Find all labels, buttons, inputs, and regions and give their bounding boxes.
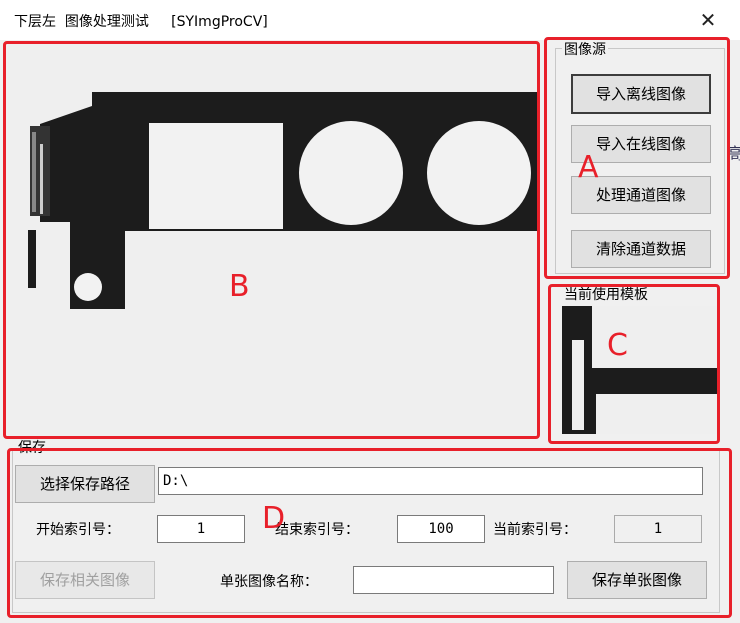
current-index-label: 当前索引号： (493, 522, 577, 538)
single-image-name-label: 单张图像名称： (220, 574, 318, 590)
annotation-letter-b: B (229, 269, 250, 304)
start-index-label: 开始索引号： (36, 522, 120, 538)
annotation-letter-d: D (262, 501, 286, 536)
end-index-field[interactable]: 100 (397, 515, 485, 543)
save-related-images-button[interactable]: 保存相关图像 (15, 561, 155, 599)
template-image (562, 306, 718, 434)
import-offline-image-button[interactable]: 导入离线图像 (571, 74, 711, 114)
image-source-label: 图像源 (562, 39, 608, 59)
start-index-field[interactable]: 1 (157, 515, 245, 543)
close-icon[interactable]: ✕ (694, 6, 722, 34)
single-image-name-field[interactable] (353, 566, 554, 594)
clear-channel-data-button[interactable]: 清除通道数据 (571, 230, 711, 268)
part-image (28, 92, 538, 309)
save-path-field[interactable]: D:\ (158, 467, 703, 495)
save-single-image-button[interactable]: 保存单张图像 (567, 561, 707, 599)
background-window-text: 高 (727, 144, 740, 163)
choose-save-path-button[interactable]: 选择保存路径 (15, 465, 155, 503)
image-display[interactable] (8, 44, 538, 436)
template-label: 当前使用模板 (562, 284, 650, 304)
annotation-letter-c: C (607, 328, 628, 363)
current-index-field: 1 (614, 515, 702, 543)
save-label: 保存 (16, 437, 48, 457)
end-index-label: 结束索引号： (275, 522, 359, 538)
window-title: 下层左 图像处理测试 [SYImgProCV] (14, 14, 268, 30)
annotation-letter-a: A (578, 150, 599, 185)
